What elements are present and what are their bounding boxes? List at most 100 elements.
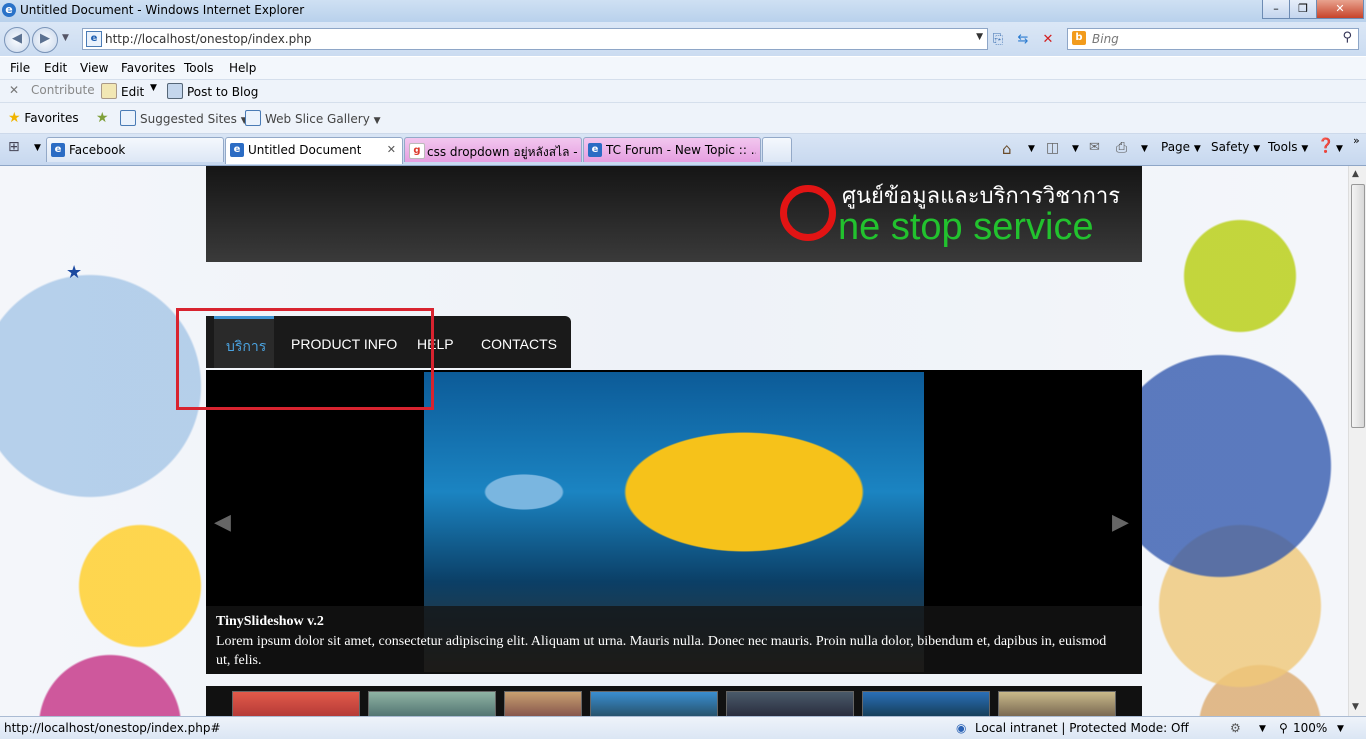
web-slice-gallery-label: Web Slice Gallery [265, 112, 370, 126]
thumbnail-strip [206, 686, 1142, 716]
new-tab-button[interactable] [762, 137, 792, 162]
back-button[interactable]: ◀ [4, 27, 30, 53]
tab-facebook[interactable]: e Facebook [46, 137, 224, 162]
close-window-button[interactable]: ✕ [1316, 0, 1364, 19]
tab-untitled-document[interactable]: e Untitled Document ✕ [225, 137, 403, 164]
thumbnail[interactable] [998, 691, 1116, 716]
blog-icon [167, 83, 183, 99]
mail-icon[interactable]: ✉ [1089, 140, 1100, 155]
menu-view[interactable]: View [80, 61, 108, 75]
next-slide-icon[interactable]: ▶ [1112, 510, 1129, 535]
site-header: ศูนย์ข้อมูลและบริการวิชาการ ne stop serv… [206, 166, 1142, 262]
zone-text: Local intranet | Protected Mode: Off [975, 721, 1189, 735]
print-icon[interactable]: ⎙ [1116, 140, 1127, 156]
suggested-sites-link[interactable]: Suggested Sites ▼ [120, 110, 248, 126]
previous-slide-icon[interactable]: ◀ [214, 510, 231, 535]
web-slice-icon [245, 110, 261, 126]
address-field[interactable]: e http://localhost/onestop/index.php ▼ [82, 28, 988, 50]
home-dropdown-icon[interactable]: ▼ [1028, 144, 1035, 154]
toolbar-overflow-icon[interactable]: » [1353, 134, 1360, 147]
ie-logo-icon: e [2, 3, 16, 17]
post-to-blog-button[interactable]: Post to Blog [167, 83, 258, 99]
menu-tools[interactable]: Tools [184, 61, 214, 75]
suggested-sites-icon [120, 110, 136, 126]
favorites-button[interactable]: ★ Favorites [8, 110, 79, 126]
tab-css-dropdown[interactable]: g css dropdown อยู่หลังสไล - ... [404, 137, 582, 162]
thumbnail[interactable] [504, 691, 582, 716]
edit-label: Edit [121, 85, 145, 99]
menu-edit[interactable]: Edit [44, 61, 67, 75]
status-bar: http://localhost/onestop/index.php# ◉ Lo… [0, 716, 1366, 739]
tools-menu[interactable]: Tools ▼ [1268, 140, 1308, 154]
vertical-scrollbar[interactable]: ▲ ▼ [1348, 166, 1366, 716]
suggested-sites-label: Suggested Sites [140, 112, 237, 126]
menu-bar: File Edit View Favorites Tools Help [0, 57, 1366, 80]
web-slice-gallery-link[interactable]: Web Slice Gallery ▼ [245, 110, 381, 126]
ie-page-icon: e [230, 143, 244, 157]
address-bar-row: ◀ ▶ ▼ e http://localhost/onestop/index.p… [0, 22, 1366, 56]
maximize-button[interactable]: ❐ [1289, 0, 1317, 19]
google-icon: g [409, 143, 425, 159]
safety-menu[interactable]: Safety ▼ [1211, 140, 1260, 154]
logo-o-ring [780, 185, 836, 241]
thumbnail[interactable] [726, 691, 854, 716]
scroll-down-icon[interactable]: ▼ [1352, 702, 1359, 712]
add-favorites-icon[interactable]: ★ [96, 110, 109, 126]
nav-contacts[interactable]: CONTACTS [481, 336, 557, 352]
scroll-up-icon[interactable]: ▲ [1352, 169, 1359, 179]
window-title: Untitled Document - Windows Internet Exp… [20, 3, 305, 17]
chevron-down-icon: ▼ [1193, 144, 1201, 154]
close-toolbar-icon[interactable]: ✕ [9, 83, 19, 97]
forward-button[interactable]: ▶ [32, 27, 58, 53]
tab-list-dropdown-icon[interactable]: ▼ [34, 143, 41, 153]
stop-icon[interactable]: ✕ [1039, 31, 1057, 49]
menu-file[interactable]: File [10, 61, 30, 75]
ie-page-icon: e [588, 143, 602, 157]
edit-dropdown-icon[interactable]: ▼ [150, 83, 157, 93]
thumbnail[interactable] [232, 691, 360, 716]
thumbnail[interactable] [862, 691, 990, 716]
help-dropdown-icon[interactable]: ▼ [1336, 144, 1343, 154]
tab-label: Facebook [69, 143, 126, 157]
menu-favorites[interactable]: Favorites [121, 61, 175, 75]
refresh-icon[interactable]: ⇆ [1014, 31, 1032, 49]
feeds-dropdown-icon[interactable]: ▼ [1072, 144, 1079, 154]
title-bar: e Untitled Document - Windows Internet E… [0, 0, 1366, 22]
thumbnail[interactable] [590, 691, 718, 716]
contribute-button[interactable]: Contribute [31, 83, 95, 97]
zoom-level[interactable]: 100% [1293, 721, 1327, 735]
search-box[interactable]: b Bing ⚲ [1067, 28, 1359, 50]
tab-tc-forum[interactable]: e TC Forum - New Topic :: ... [583, 137, 761, 162]
quick-tabs-icon[interactable]: ⊞ [8, 139, 20, 155]
thumbnail[interactable] [368, 691, 496, 716]
page-menu-label: Page [1161, 140, 1191, 154]
compatibility-view-icon[interactable]: ⎘ [989, 31, 1007, 49]
highlight-annotation-box [176, 308, 434, 410]
ie-page-icon: e [51, 143, 65, 157]
zoom-icon[interactable]: ⚲ [1279, 721, 1288, 735]
address-dropdown-icon[interactable]: ▼ [976, 32, 983, 42]
search-icon[interactable]: ⚲ [1342, 30, 1352, 45]
protected-mode-icon[interactable]: ⚙ [1230, 721, 1241, 735]
help-icon[interactable]: ❓ [1317, 138, 1334, 154]
menu-help[interactable]: Help [229, 61, 256, 75]
post-to-blog-label: Post to Blog [187, 85, 259, 99]
minimize-button[interactable]: – [1262, 0, 1290, 19]
scroll-thumb[interactable] [1351, 184, 1365, 428]
print-dropdown-icon[interactable]: ▼ [1141, 144, 1148, 154]
contribute-toolbar: ✕ Contribute Edit ▼ Post to Blog [0, 80, 1366, 103]
search-placeholder: Bing [1092, 32, 1119, 46]
edit-page-icon [101, 83, 117, 99]
feeds-icon[interactable]: ◫ [1046, 140, 1059, 156]
edit-button[interactable]: Edit [101, 83, 144, 99]
close-tab-icon[interactable]: ✕ [387, 143, 396, 156]
bing-icon: b [1072, 31, 1086, 45]
zoom-dropdown-icon[interactable]: ▼ [1337, 724, 1344, 734]
page-menu[interactable]: Page ▼ [1161, 140, 1201, 154]
home-icon[interactable]: ⌂ [1002, 140, 1012, 158]
status-link: http://localhost/onestop/index.php# [4, 721, 221, 735]
chevron-down-icon: ▼ [1253, 144, 1261, 154]
history-dropdown-icon[interactable]: ▼ [62, 33, 69, 43]
chevron-down-icon: ▼ [1301, 144, 1309, 154]
zone-dropdown-icon[interactable]: ▼ [1259, 724, 1266, 734]
